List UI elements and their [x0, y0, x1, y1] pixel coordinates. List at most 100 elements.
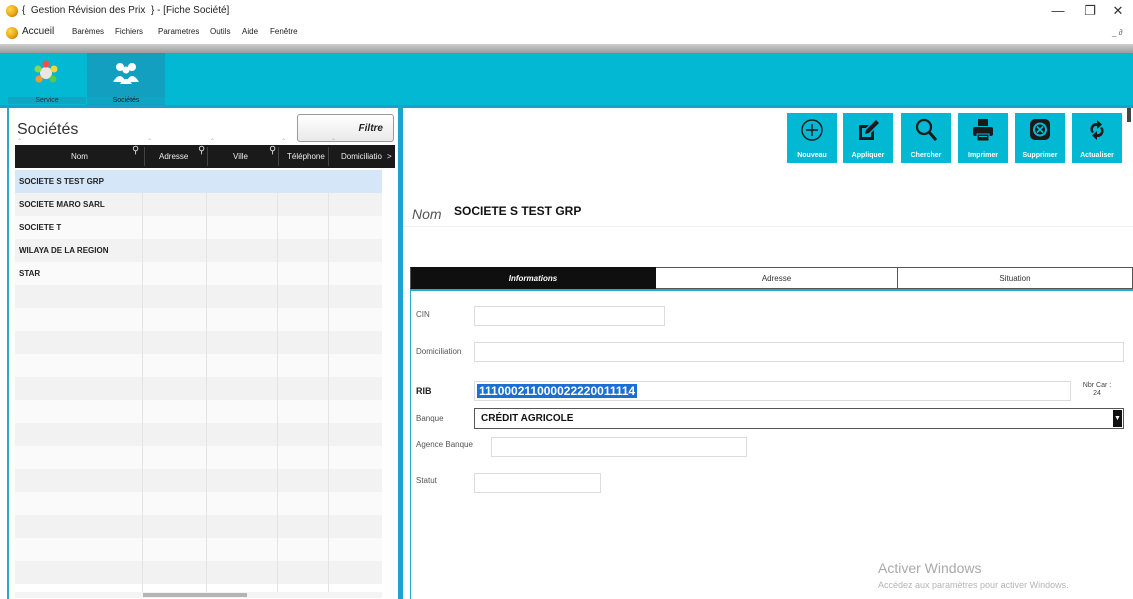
delete-icon [1030, 119, 1050, 140]
empty-row [15, 423, 382, 446]
imprimer-label: Imprimer [968, 152, 998, 159]
nbr-car-indicator: Nbr Car : 24 [1077, 382, 1117, 398]
col-separator [328, 147, 329, 166]
empty-row [15, 492, 382, 515]
empty-row [15, 308, 382, 331]
table-row[interactable]: SOCIETE MARO SARL [15, 193, 382, 216]
service-icon [34, 60, 58, 83]
col-header-domiciliation[interactable]: Domiciliatio [341, 145, 389, 168]
scroll-columns-right[interactable]: > [387, 145, 392, 168]
col-header-adresse[interactable]: Adresse [159, 145, 188, 168]
left-panel-title: Sociétés [17, 121, 79, 138]
grid-header: ⌃ Nom ⚲ ⌃ Adresse ⚲ ⌃ Ville ⚲ ⌃ Téléphon… [15, 139, 395, 168]
maximize-button[interactable]: ❐ [1075, 2, 1105, 20]
empty-row [15, 354, 382, 377]
nouveau-button[interactable]: Nouveau [787, 113, 837, 163]
sort-indicator: ⌃ [17, 139, 23, 145]
actualiser-button[interactable]: Actualiser [1072, 113, 1122, 163]
module-service-button[interactable]: Service [8, 53, 86, 105]
close-button[interactable]: ✕ [1103, 2, 1133, 20]
record-tabs: Informations Adresse Situation [410, 267, 1133, 289]
menu-bar: Accueil Barèmes Fichiers Parametres Outi… [0, 22, 1133, 44]
nom-value[interactable]: SOCIETE S TEST GRP [454, 204, 581, 218]
col-separator [144, 147, 145, 166]
menu-parametres[interactable]: Parametres [158, 27, 199, 36]
col-separator [278, 147, 279, 166]
tab-informations[interactable]: Informations [410, 267, 656, 289]
scrollbar-thumb[interactable] [143, 593, 247, 597]
sort-indicator: ⌃ [281, 139, 287, 145]
panel-splitter[interactable] [398, 105, 403, 599]
empty-row [15, 538, 382, 561]
empty-row [15, 331, 382, 354]
col-header-ville[interactable]: Ville [233, 145, 248, 168]
plus-circle-icon [801, 119, 823, 141]
module-ribbon: Service Sociétés [0, 53, 1133, 105]
menu-accueil[interactable]: Accueil [22, 26, 54, 37]
banque-value: CRÉDIT AGRICOLE [481, 413, 574, 424]
agence-banque-field[interactable] [491, 437, 747, 457]
cin-field[interactable] [474, 306, 665, 326]
nom-underline [403, 226, 1133, 227]
col-header-telephone[interactable]: Téléphone [287, 145, 325, 168]
filter-button[interactable]: Filtre [297, 114, 394, 142]
right-scrollbar[interactable] [1127, 108, 1131, 122]
cell-nom: STAR [19, 269, 41, 278]
nouveau-label: Nouveau [797, 152, 827, 159]
table-row[interactable]: SOCIETE S TEST GRP [15, 170, 382, 193]
app-window: { Gestion Révision des Prix } - [Fiche S… [0, 0, 1133, 599]
mdi-controls[interactable]: _ ∂ [1112, 28, 1123, 37]
empty-row [15, 561, 382, 584]
table-row[interactable]: STAR [15, 262, 382, 285]
menu-fichiers[interactable]: Fichiers [115, 27, 143, 36]
module-societes-label: Sociétés [87, 97, 165, 104]
appliquer-button[interactable]: Appliquer [843, 113, 893, 163]
col-separator [207, 147, 208, 166]
imprimer-button[interactable]: Imprimer [958, 113, 1008, 163]
filter-nom-icon[interactable]: ⚲ [132, 145, 139, 156]
statut-field[interactable] [474, 473, 601, 493]
module-service-label: Service [8, 97, 86, 104]
statut-label: Statut [416, 476, 437, 485]
menu-fenetre[interactable]: Fenêtre [270, 27, 298, 36]
title-bar: { Gestion Révision des Prix } - [Fiche S… [0, 0, 1133, 22]
empty-row [15, 446, 382, 469]
nom-label: Nom [412, 206, 442, 222]
chercher-button[interactable]: Chercher [901, 113, 951, 163]
grid-horizontal-scrollbar[interactable] [15, 592, 382, 598]
table-row[interactable]: SOCIETE T [15, 216, 382, 239]
table-row[interactable]: WILAYA DE LA REGION [15, 239, 382, 262]
societes-grid: SOCIETE S TEST GRP SOCIETE MARO SARL SOC… [15, 170, 382, 590]
activation-watermark-title: Activer Windows [878, 560, 982, 576]
menu-outils[interactable]: Outils [210, 27, 230, 36]
menu-aide[interactable]: Aide [242, 27, 258, 36]
supprimer-button[interactable]: Supprimer [1015, 113, 1065, 163]
menu-baremes[interactable]: Barèmes [72, 27, 104, 36]
supprimer-label: Supprimer [1022, 152, 1058, 159]
minimize-button[interactable]: — [1043, 2, 1073, 20]
domiciliation-field[interactable] [474, 342, 1124, 362]
cell-nom: SOCIETE MARO SARL [19, 200, 105, 209]
nbr-car-value: 24 [1093, 390, 1101, 397]
appliquer-label: Appliquer [851, 152, 885, 159]
filter-adresse-icon[interactable]: ⚲ [198, 145, 205, 156]
module-societes-button[interactable]: Sociétés [87, 53, 165, 105]
toolbar-separator [0, 44, 1133, 53]
sort-indicator: ⌃ [331, 139, 337, 145]
edit-icon [859, 120, 879, 140]
filter-ville-icon[interactable]: ⚲ [269, 145, 276, 156]
app-menu-icon[interactable] [6, 27, 18, 39]
cin-label: CIN [416, 310, 430, 319]
printer-icon [973, 119, 993, 142]
app-logo-icon [6, 5, 18, 17]
col-header-nom[interactable]: Nom [71, 145, 88, 168]
chevron-down-icon[interactable]: ▼ [1113, 410, 1122, 427]
nbr-car-label: Nbr Car : [1082, 382, 1112, 389]
empty-row [15, 400, 382, 423]
tab-adresse[interactable]: Adresse [656, 267, 898, 289]
tab-situation[interactable]: Situation [898, 267, 1133, 289]
grid-column-line [142, 193, 143, 593]
banque-label: Banque [416, 414, 444, 423]
banque-select[interactable]: CRÉDIT AGRICOLE ▼ [474, 408, 1124, 429]
empty-row [15, 377, 382, 400]
